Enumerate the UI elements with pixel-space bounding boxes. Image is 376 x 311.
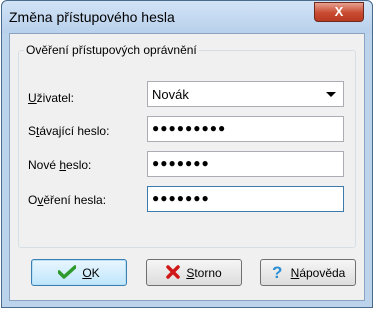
current-password-field[interactable]: ●●●●●●●●● — [147, 116, 344, 142]
help-label: Nápověda — [290, 265, 346, 280]
new-password-field[interactable]: ●●●●●●● — [147, 151, 344, 177]
ok-button[interactable]: OK — [31, 259, 127, 286]
verify-password-label: Ověření hesla: — [28, 193, 107, 207]
checkmark-icon — [57, 264, 78, 281]
chevron-down-icon[interactable] — [326, 92, 336, 97]
question-mark-icon: ? — [271, 263, 285, 282]
dialog-content: Ověření přístupových oprávnění Uživatel:… — [9, 33, 365, 301]
close-button[interactable]: X — [314, 2, 364, 22]
current-password-label: Stávající heslo: — [28, 124, 110, 138]
close-icon: X — [334, 4, 344, 19]
group-label: Ověření přístupových oprávnění — [24, 43, 199, 57]
window-title: Změna přístupového hesla — [9, 9, 175, 25]
user-label: Uživatel: — [28, 91, 75, 105]
new-password-value: ●●●●●●● — [152, 156, 210, 170]
new-password-label: Nové heslo: — [28, 158, 92, 172]
verify-password-field[interactable]: ●●●●●●● — [147, 186, 344, 212]
current-password-value: ●●●●●●●●● — [152, 121, 227, 135]
cancel-label: Storno — [186, 265, 222, 280]
credentials-group — [18, 50, 356, 248]
verify-password-value: ●●●●●●● — [152, 191, 210, 205]
x-icon — [166, 264, 181, 281]
ok-label: OK — [82, 265, 100, 280]
cancel-button[interactable]: Storno — [146, 259, 242, 286]
user-combobox[interactable]: Novák — [147, 81, 344, 107]
user-value: Novák — [152, 87, 189, 102]
help-button[interactable]: ? Nápověda — [260, 259, 356, 286]
title-bar[interactable]: Změna přístupového hesla X — [2, 1, 372, 33]
dialog-window: Změna přístupového hesla X Ověření příst… — [1, 0, 373, 308]
svg-text:?: ? — [272, 264, 282, 280]
